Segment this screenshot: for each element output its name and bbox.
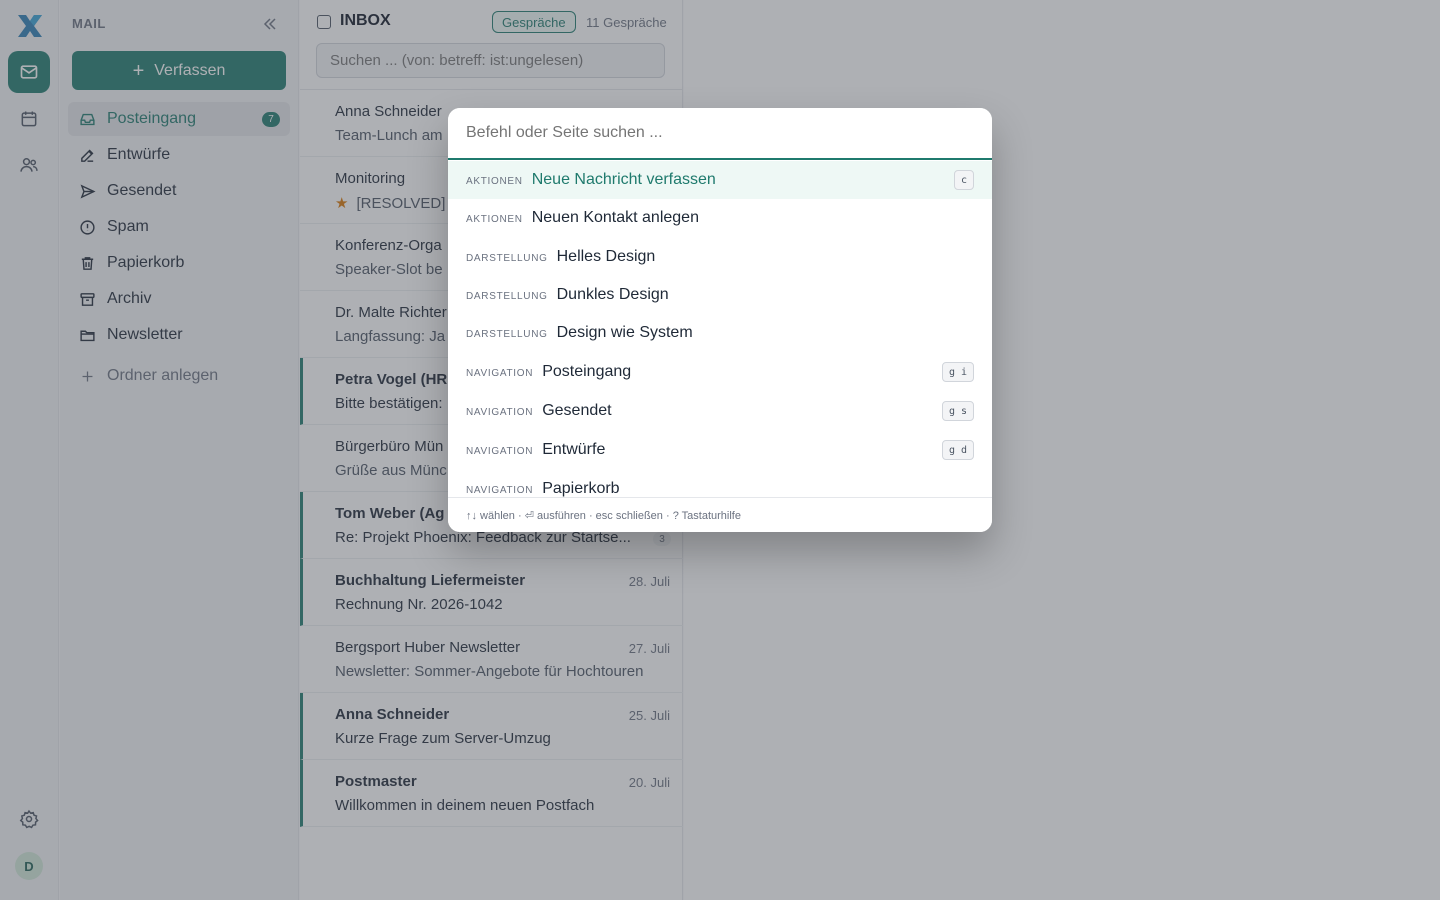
shortcut-key: gi [941, 362, 974, 382]
command-category: NAVIGATION [466, 484, 534, 496]
palette-footer-hint: ↑↓ wählen · ⏎ ausführen · esc schließen … [448, 497, 992, 532]
command-palette: AKTIONEN Neue Nachricht verfassen c AKTI… [448, 108, 992, 532]
command-category: DARSTELLUNG [466, 252, 548, 264]
command-category: NAVIGATION [466, 406, 534, 418]
command-item[interactable]: DARSTELLUNG Design wie System [448, 314, 992, 352]
command-item[interactable]: AKTIONEN Neuen Kontakt anlegen [448, 199, 992, 237]
key: g [948, 366, 955, 378]
command-item[interactable]: NAVIGATION Gesendet gs [448, 392, 992, 430]
command-item[interactable]: NAVIGATION Posteingang gi [448, 353, 992, 391]
command-item[interactable]: AKTIONEN Neue Nachricht verfassen c [448, 161, 992, 199]
key: g [948, 444, 955, 456]
key: c [960, 174, 967, 186]
command-label: Gesendet [542, 402, 612, 419]
command-label: Helles Design [556, 248, 656, 265]
shortcut-key: gd [941, 440, 974, 460]
command-label: Design wie System [556, 324, 693, 341]
command-category: NAVIGATION [466, 367, 534, 379]
key: s [960, 405, 967, 417]
shortcut-key: gs [941, 401, 974, 421]
command-label: Neue Nachricht verfassen [531, 171, 716, 188]
key: i [960, 366, 967, 378]
shortcut-key: c [953, 170, 974, 190]
key: g [948, 405, 955, 417]
command-category: NAVIGATION [466, 445, 534, 457]
command-item[interactable]: DARSTELLUNG Dunkles Design [448, 276, 992, 314]
command-label: Entwürfe [542, 441, 606, 458]
command-item[interactable]: DARSTELLUNG Helles Design [448, 238, 992, 276]
key: d [960, 444, 967, 456]
command-label: Dunkles Design [556, 286, 669, 303]
command-category: AKTIONEN [466, 213, 523, 225]
command-label: Neuen Kontakt anlegen [531, 209, 699, 226]
command-search-input[interactable] [448, 108, 992, 160]
command-label: Papierkorb [542, 480, 620, 497]
command-category: DARSTELLUNG [466, 328, 548, 340]
command-category: DARSTELLUNG [466, 290, 548, 302]
command-item[interactable]: NAVIGATION Entwürfe gd [448, 431, 992, 469]
command-category: AKTIONEN [466, 175, 523, 187]
command-label: Posteingang [542, 363, 632, 380]
